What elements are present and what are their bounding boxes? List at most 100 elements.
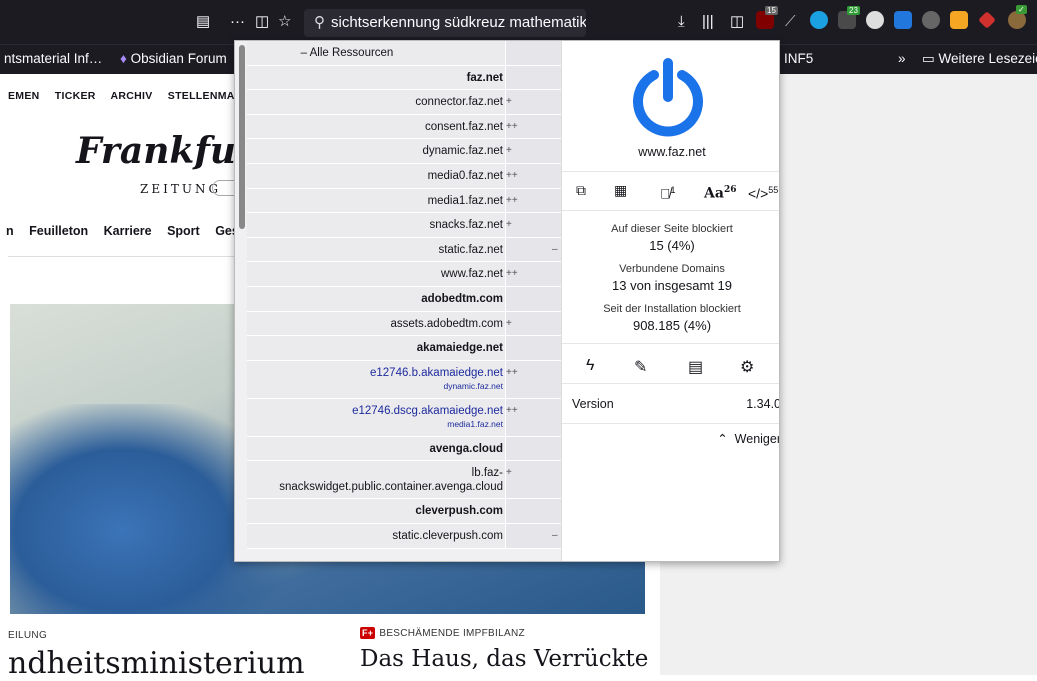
extension-blue-icon[interactable] <box>810 11 828 29</box>
downloads-icon[interactable]: ⤓ <box>678 12 685 32</box>
url-bar[interactable]: ⚲sichtserkennung südkreuz mathematik → <box>304 9 586 37</box>
scrollbar[interactable] <box>239 45 245 229</box>
account-icon[interactable] <box>922 11 940 29</box>
bookmark-item[interactable]: ntsmaterial Inf… <box>4 51 102 66</box>
allowed-count-mark: + <box>506 219 512 231</box>
allowed-count-mark: + <box>506 145 512 157</box>
bookmark-folder[interactable]: ▭ Weitere Lesezeich <box>922 51 1037 67</box>
extension-screenshot-icon[interactable]: 23 <box>838 6 860 29</box>
no-remote-fonts-icon[interactable]: Aa26 <box>704 180 736 204</box>
rule-cell[interactable] <box>505 139 561 163</box>
dynamic-filtering-pane: – Alle Ressourcen faz.net connector.faz.n… <box>235 41 561 561</box>
all-resources-row[interactable]: – Alle Ressourcen <box>247 41 561 66</box>
blocked-on-page-value: 15 (4%) <box>649 238 695 253</box>
rule-cell[interactable] <box>505 336 561 360</box>
extension-d-icon[interactable] <box>894 11 912 29</box>
hostname-row[interactable]: snacks.faz.net + <box>247 213 561 238</box>
domain-header-row[interactable]: faz.net <box>247 65 561 91</box>
cname-origin: dynamic.faz.net <box>443 380 503 391</box>
top-navigation: EMEN TICKER ARCHIV STELLENMARKT <box>8 90 269 102</box>
less-button[interactable]: ⌃ Weniger <box>717 431 779 446</box>
rule-cell[interactable] <box>505 461 561 499</box>
extension-orange-icon[interactable] <box>950 11 968 29</box>
rule-cell[interactable] <box>505 286 561 311</box>
hostname-row[interactable]: dynamic.faz.net + <box>247 139 561 164</box>
hostname-row[interactable]: e12746.b.akamaiedge.net dynamic.faz.net ++ <box>247 360 561 399</box>
allowed-count-mark: ++ <box>506 169 518 181</box>
domain-header-row[interactable]: adobedtm.com <box>247 286 561 312</box>
library-icon[interactable]: ||| <box>702 12 714 32</box>
hostname-row[interactable]: e12746.dscg.akamaiedge.net media1.faz.net… <box>247 398 561 437</box>
rule-cell[interactable] <box>505 41 561 65</box>
faz-logo-subtitle: ZEITUNG <box>140 182 222 196</box>
nav-link-ticker[interactable]: TICKER <box>55 90 96 102</box>
hostname-row[interactable]: assets.adobedtm.com + <box>247 311 561 337</box>
dashboard-gears-icon[interactable]: ⚙ <box>740 357 754 377</box>
allowed-count-mark: ++ <box>506 404 518 416</box>
article-headline-2[interactable]: Das Haus, das Verrückte <box>360 646 648 672</box>
extension-cookie-icon[interactable]: ✓ <box>1008 5 1027 29</box>
hostname-row[interactable]: media1.faz.net ++ <box>247 188 561 214</box>
hostname-row[interactable]: lb.faz-snackswidget.public.container.ave… <box>247 461 561 500</box>
nav-section-feuilleton[interactable]: Feuilleton <box>29 224 88 238</box>
article-headline[interactable]: ndheitsministerium <box>8 646 305 681</box>
nav-link[interactable]: EMEN <box>8 90 40 102</box>
all-resources-label: – Alle Ressourcen <box>247 41 505 65</box>
no-popups-icon[interactable]: ⧉ <box>576 180 586 200</box>
hostname-row[interactable]: static.cleverpush.com – <box>247 523 561 549</box>
bookmark-obsidian-forum[interactable]: ♦ Obsidian Forum <box>120 51 227 66</box>
rule-cell[interactable] <box>505 499 561 523</box>
no-media-icon[interactable]: ▦ <box>614 180 627 200</box>
firewall-rows: – Alle Ressourcen faz.net connector.faz.n… <box>247 41 561 549</box>
fonts-label: Aa <box>704 185 724 202</box>
connected-domains-value: 13 von insgesamt 19 <box>612 278 732 293</box>
rule-cell[interactable] <box>505 90 561 114</box>
palette-extension-icon[interactable] <box>866 11 884 29</box>
no-cosmetic-filtering-icon[interactable]: 👁̸1 <box>660 180 676 204</box>
element-picker-icon[interactable]: ✎ <box>634 357 647 377</box>
pen-extension-icon[interactable]: ⟋ <box>785 12 796 32</box>
kicker-text: BESCHÄMENDE IMPFBILANZ <box>379 628 525 639</box>
domain-header-row[interactable]: akamaiedge.net <box>247 336 561 361</box>
hostname-row[interactable]: consent.faz.net ++ <box>247 114 561 140</box>
hostname-row[interactable]: static.faz.net – <box>247 237 561 263</box>
connected-domains-label: Verbundene Domains <box>619 263 725 275</box>
ublock-main-panel: www.faz.net ⧉ ▦ 👁̸1 Aa26 </>55 Auf diese… <box>561 41 779 561</box>
rule-cell[interactable] <box>505 311 561 336</box>
nav-section-karriere[interactable]: Karriere <box>104 224 152 238</box>
lightning-icon[interactable]: ϟ <box>586 357 594 375</box>
scripts-count: 55 <box>768 185 779 195</box>
nav-section-sport[interactable]: Sport <box>167 224 200 238</box>
hostname-label: e12746.b.akamaiedge.net dynamic.faz.net <box>247 360 505 398</box>
extension-red-icon[interactable] <box>978 11 996 29</box>
cosmetic-count: 1 <box>670 185 676 195</box>
bookmark-inf5[interactable]: INF5 <box>784 51 813 66</box>
hostname-row[interactable]: connector.faz.net + <box>247 90 561 115</box>
bookmark-star-icon[interactable]: ☆ <box>278 12 291 32</box>
blocked-mark: – <box>552 243 558 255</box>
ublock-origin-icon[interactable]: 15 <box>756 6 778 29</box>
domain-header: akamaiedge.net <box>247 336 505 360</box>
allowed-count-mark: + <box>506 467 512 479</box>
reader-view-icon[interactable]: ▤ <box>196 12 210 32</box>
sidebar-icon[interactable]: ◫ <box>730 12 744 32</box>
nav-section[interactable]: n <box>6 224 14 238</box>
allowed-count-mark: + <box>506 96 512 108</box>
hostname-label: snacks.faz.net <box>247 213 505 237</box>
article-kicker-2: F+ BESCHÄMENDE IMPFBILANZ <box>360 627 525 639</box>
extension-check-badge: ✓ <box>1016 5 1027 14</box>
nav-link-archiv[interactable]: ARCHIV <box>110 90 152 102</box>
rule-cell[interactable] <box>505 213 561 237</box>
hostname-row[interactable]: media0.faz.net ++ <box>247 163 561 189</box>
logger-icon[interactable]: ▤ <box>688 357 703 377</box>
domain-header-row[interactable]: cleverpush.com <box>247 499 561 524</box>
rule-cell[interactable] <box>505 436 561 461</box>
bookmarks-overflow-chevron[interactable]: » <box>898 51 906 66</box>
rule-cell[interactable] <box>505 65 561 90</box>
no-scripts-icon[interactable]: </>55 <box>748 180 778 204</box>
pocket-icon[interactable]: ◫ <box>255 12 269 32</box>
page-actions-icon[interactable]: ··· <box>230 12 245 32</box>
domain-header-row[interactable]: avenga.cloud <box>247 436 561 462</box>
hostname-row[interactable]: www.faz.net ++ <box>247 262 561 287</box>
power-button-icon[interactable] <box>628 57 708 137</box>
